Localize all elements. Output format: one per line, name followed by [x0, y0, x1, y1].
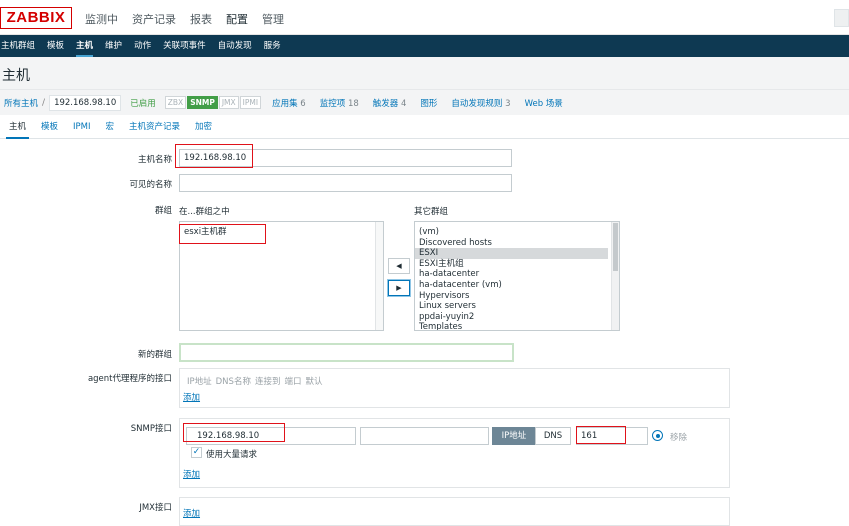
breadcrumb: 所有主机 / 192.168.98.10 已启用 ZBX SNMP JMX IP… — [0, 89, 849, 115]
badge-jmx: JMX — [218, 96, 239, 109]
tab-templates[interactable]: 模板 — [41, 115, 58, 139]
other-group-option[interactable]: Hypervisors — [415, 291, 619, 302]
page-title: 主机 — [2, 68, 30, 84]
menu-reports[interactable]: 报表 — [190, 11, 212, 27]
breadcrumb-all-hosts[interactable]: 所有主机 — [4, 97, 38, 109]
connect-ip-toggle[interactable]: IP地址 — [492, 427, 536, 445]
visible-name-label: 可见的名称 — [129, 180, 172, 190]
in-group-option[interactable]: esxi主机群 — [180, 227, 383, 238]
snmp-add-link[interactable]: 添加 — [183, 468, 200, 480]
link-applications[interactable]: 应用集 6 — [272, 97, 306, 109]
other-groups-list[interactable]: (vm) Discovered hosts ESXI ESXI主机组 ha-da… — [414, 221, 620, 331]
header-port: 端口 — [284, 377, 302, 387]
main-menu: 监测中 资产记录 报表 配置 管理 — [85, 11, 284, 27]
other-group-option[interactable]: ESXI主机组 — [415, 259, 619, 270]
tab-ipmi[interactable]: IPMI — [73, 115, 90, 139]
tab-encryption[interactable]: 加密 — [195, 115, 212, 139]
other-group-option-selected[interactable]: ESXI — [415, 248, 608, 259]
jmx-interfaces-label: JMX接口 — [139, 503, 172, 513]
link-discovery-rules[interactable]: 自动发现规则 3 — [451, 97, 510, 109]
other-group-option[interactable]: ha-datacenter (vm) — [415, 280, 619, 291]
host-name-label: 主机名称 — [137, 155, 172, 165]
submenu-discovery[interactable]: 自动发现 — [212, 35, 258, 57]
other-group-option[interactable]: Templates — [415, 322, 619, 330]
submenu-services[interactable]: 服务 — [258, 35, 287, 57]
link-web-scenarios[interactable]: Web 场景 — [525, 97, 563, 109]
other-group-option[interactable]: ha-datacenter — [415, 269, 619, 280]
top-bar: ZABBIX 监测中 资产记录 报表 配置 管理 — [0, 0, 849, 35]
scrollbar-thumb[interactable] — [613, 223, 618, 271]
other-group-option[interactable]: Discovered hosts — [415, 238, 619, 249]
agent-interfaces-panel — [179, 368, 730, 408]
interface-badges: ZBX SNMP JMX IPMI — [164, 96, 262, 109]
search-box[interactable] — [834, 9, 849, 27]
submenu-hosts[interactable]: 主机 — [70, 35, 99, 57]
snmp-port-input[interactable]: 161 — [576, 427, 648, 445]
in-groups-scrollbar[interactable] — [375, 222, 383, 330]
submenu-templates[interactable]: 模板 — [41, 35, 70, 57]
zabbix-logo[interactable]: ZABBIX — [0, 7, 72, 29]
new-group-input[interactable] — [179, 343, 514, 362]
tab-bar: 主机 模板 IPMI 宏 主机资产记录 加密 — [0, 115, 849, 139]
header-default: 默认 — [305, 377, 323, 387]
host-name-input[interactable]: 192.168.98.10 — [179, 149, 512, 167]
other-groups-scrollbar[interactable] — [611, 222, 619, 330]
submenu-maintenance[interactable]: 维护 — [99, 35, 128, 57]
breadcrumb-separator: / — [42, 97, 46, 108]
badge-snmp: SNMP — [187, 96, 218, 109]
other-group-option[interactable]: (vm) — [415, 227, 619, 238]
tab-inventory[interactable]: 主机资产记录 — [129, 115, 180, 139]
other-group-option[interactable]: Linux servers — [415, 301, 619, 312]
header-dns: DNS名称 — [215, 377, 251, 387]
page-header: 主机 — [0, 57, 849, 89]
status-enabled-link[interactable]: 已启用 — [130, 97, 156, 109]
link-triggers[interactable]: 触发器 4 — [373, 97, 407, 109]
in-groups-label: 在...群组之中 — [179, 207, 230, 217]
snmp-remove-link[interactable]: 移除 — [670, 431, 687, 443]
menu-inventory[interactable]: 资产记录 — [132, 11, 176, 27]
bulk-requests-checkbox[interactable]: ✓ — [191, 447, 202, 458]
connect-dns-toggle[interactable]: DNS — [535, 427, 571, 445]
snmp-ip-input[interactable]: 192.168.98.10 — [186, 427, 356, 445]
agent-table-header: IP地址 DNS名称 连接到 端口 默认 — [187, 375, 327, 387]
badge-ipmi: IPMI — [239, 96, 262, 109]
move-right-button[interactable]: ▶ — [388, 280, 410, 296]
visible-name-input[interactable] — [179, 174, 512, 192]
submenu-host-groups[interactable]: 主机群组 — [0, 35, 41, 57]
menu-configuration[interactable]: 配置 — [226, 11, 248, 27]
tab-macros[interactable]: 宏 — [106, 115, 115, 139]
move-left-button[interactable]: ◀ — [388, 258, 410, 274]
jmx-add-link[interactable]: 添加 — [183, 507, 200, 519]
groups-label: 群组 — [154, 206, 172, 216]
jmx-interfaces-panel — [179, 497, 730, 526]
new-group-label: 新的群组 — [137, 350, 172, 360]
snmp-interfaces-label: SNMP接口 — [130, 424, 172, 434]
breadcrumb-current-host: 192.168.98.10 — [49, 94, 122, 111]
menu-monitoring[interactable]: 监测中 — [85, 11, 118, 27]
bulk-requests-label: 使用大量请求 — [206, 450, 258, 460]
header-connect: 连接到 — [254, 377, 281, 387]
sub-menu: 主机群组 模板 主机 维护 动作 关联项事件 自动发现 服务 — [0, 35, 849, 57]
other-group-option[interactable]: ppdai-yuyin2 — [415, 312, 619, 323]
badge-zbx: ZBX — [164, 96, 187, 109]
menu-administration[interactable]: 管理 — [262, 11, 284, 27]
submenu-actions[interactable]: 动作 — [128, 35, 157, 57]
agent-interfaces-label: agent代理程序的接口 — [87, 374, 172, 384]
agent-add-link[interactable]: 添加 — [183, 391, 200, 403]
in-groups-list[interactable]: esxi主机群 — [179, 221, 384, 331]
snmp-dns-input[interactable] — [360, 427, 489, 445]
tab-host[interactable]: 主机 — [5, 115, 30, 139]
submenu-correlation[interactable]: 关联项事件 — [157, 35, 212, 57]
default-interface-radio[interactable] — [652, 430, 663, 441]
link-items[interactable]: 监控项 18 — [320, 97, 359, 109]
link-graphs[interactable]: 图形 — [420, 97, 437, 109]
other-groups-label: 其它群组 — [414, 207, 449, 217]
header-ip: IP地址 — [187, 377, 212, 387]
